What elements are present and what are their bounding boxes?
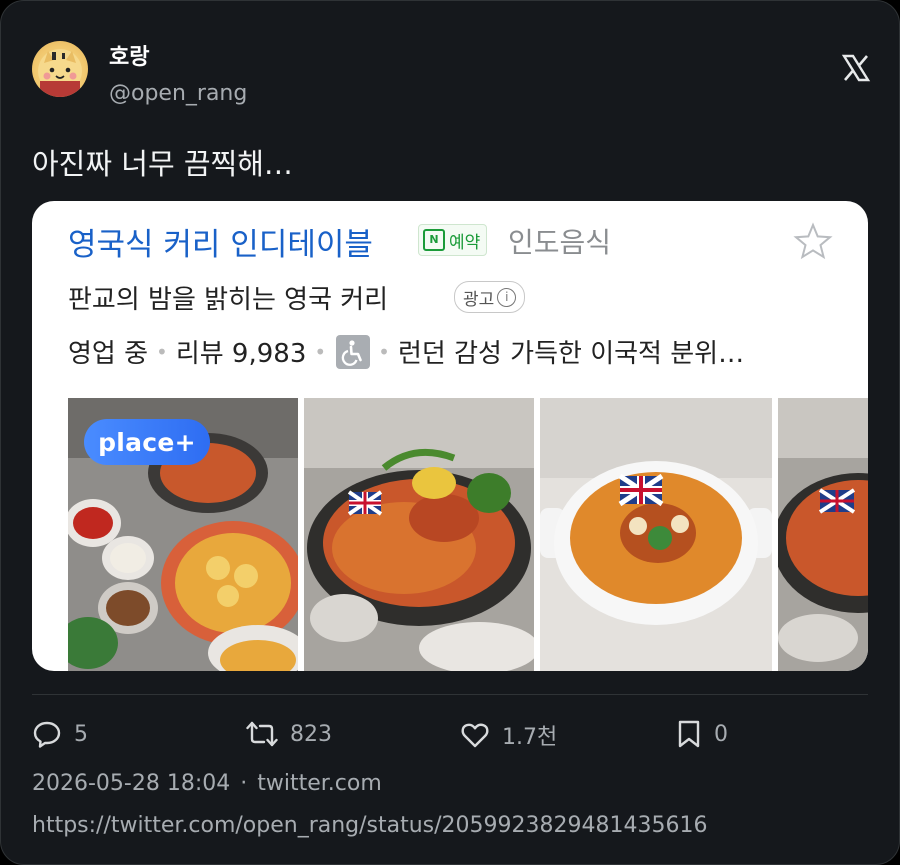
timestamp[interactable]: 2026-05-28 18:04 [32, 771, 230, 796]
food-photo-3[interactable] [540, 398, 772, 671]
ad-subtitle: 판교의 밤을 밝히는 영국 커리 [68, 285, 389, 315]
food-photo-4[interactable] [778, 398, 868, 671]
retweet-count: 823 [290, 721, 332, 747]
ad-label: 광고 [463, 289, 495, 310]
bookmark-count: 0 [714, 721, 728, 747]
ad-meta-row: 영업 중 • 리뷰 9,983 • • 런던 감성 가득한 이국적 분위… [68, 333, 744, 370]
ad-card[interactable]: 영국식 커리 인디테이블 N 예약 인도음식 판교의 밤을 밝히는 영국 커리 … [32, 201, 868, 671]
info-icon: i [497, 287, 517, 307]
reply-icon [33, 721, 61, 748]
timestamp-row: 2026-05-28 18:04 · twitter.com [32, 771, 382, 796]
bookmark-button[interactable]: 0 [676, 719, 728, 749]
reserve-label: 예약 [449, 232, 481, 253]
ad-description: 런던 감성 가득한 이국적 분위… [397, 339, 745, 369]
user-handle[interactable]: @open_rang [109, 81, 247, 106]
ad-title[interactable]: 영국식 커리 인디테이블 [68, 219, 373, 264]
retweet-icon [246, 721, 278, 747]
x-logo-icon[interactable] [841, 53, 871, 83]
place-plus-badge: place+ [84, 419, 210, 465]
tweet-url[interactable]: https://twitter.com/open_rang/status/205… [32, 813, 708, 838]
business-status: 영업 중 [68, 339, 149, 369]
reply-button[interactable]: 5 [32, 719, 88, 749]
retweet-button[interactable]: 823 [246, 719, 332, 749]
meta-dot: • [378, 339, 390, 364]
naver-n-icon: N [423, 229, 445, 251]
review-count[interactable]: 리뷰 9,983 [176, 333, 307, 370]
divider [32, 694, 868, 695]
wheelchair-icon [336, 334, 371, 369]
tweet-text: 아진짜 너무 끔찍해… [32, 147, 293, 181]
source[interactable]: twitter.com [257, 771, 382, 796]
display-name[interactable]: 호랑 [109, 39, 149, 71]
ad-label-badge[interactable]: 광고 i [454, 281, 526, 313]
ad-category: 인도음식 [508, 226, 612, 259]
meta-dot: • [314, 339, 327, 364]
like-button[interactable]: 1.7천 [460, 719, 557, 751]
star-icon[interactable] [792, 221, 834, 263]
avatar[interactable] [32, 41, 88, 97]
tweet-card: 호랑 @open_rang 아진짜 너무 끔찍해… 영국식 커리 인디테이블 N… [0, 0, 900, 865]
reply-count: 5 [74, 721, 88, 747]
reserve-badge[interactable]: N 예약 [418, 224, 488, 256]
meta-dot: • [156, 339, 168, 364]
avatar-image [38, 49, 82, 97]
food-photo-2[interactable] [304, 398, 534, 671]
bookmark-icon [678, 720, 700, 748]
heart-icon [461, 723, 489, 748]
separator: · [240, 771, 248, 796]
like-count: 1.7천 [502, 725, 558, 750]
